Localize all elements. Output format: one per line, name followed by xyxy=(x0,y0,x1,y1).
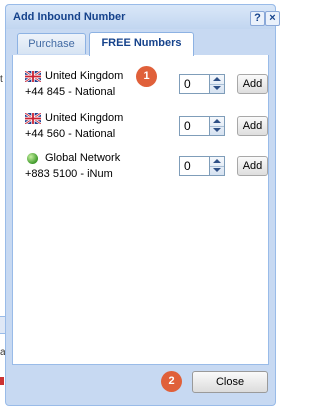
callout-badge-1: 1 xyxy=(136,66,157,87)
quantity-stepper xyxy=(209,74,225,94)
tab-purchase[interactable]: Purchase xyxy=(17,33,86,54)
tab-strip: Purchase FREE Numbers xyxy=(12,31,269,56)
country-label: Global Network xyxy=(45,152,121,164)
add-button[interactable]: Add xyxy=(237,156,268,176)
number-row-uk-560: United Kingdom +44 560 - National Add xyxy=(25,112,268,146)
quantity-stepper xyxy=(209,116,225,136)
number-row-global: Global Network +883 5100 - iNum Add xyxy=(25,152,268,186)
country-label: United Kingdom xyxy=(45,70,124,82)
quantity-input[interactable] xyxy=(179,156,209,176)
uk-flag-icon xyxy=(25,113,41,124)
spin-down-icon[interactable] xyxy=(210,126,224,135)
uk-flag-icon xyxy=(25,71,41,82)
add-inbound-number-dialog: Add Inbound Number ? × Purchase FREE Num… xyxy=(5,4,280,406)
quantity-input[interactable] xyxy=(179,74,209,94)
add-button[interactable]: Add xyxy=(237,74,268,94)
background-status-marker xyxy=(0,377,4,385)
free-numbers-panel: United Kingdom +44 845 - National Add xyxy=(12,55,269,365)
close-icon[interactable]: × xyxy=(265,11,280,26)
tab-free-numbers[interactable]: FREE Numbers xyxy=(89,32,194,56)
number-description: +44 560 - National xyxy=(25,128,116,140)
number-description: +44 845 - National xyxy=(25,86,116,98)
spin-down-icon[interactable] xyxy=(210,166,224,175)
dialog-header[interactable]: Add Inbound Number ? × xyxy=(6,5,280,29)
close-button[interactable]: Close xyxy=(192,371,268,393)
quantity-input[interactable] xyxy=(179,116,209,136)
quantity-stepper xyxy=(209,156,225,176)
help-icon[interactable]: ? xyxy=(250,11,265,26)
number-description: +883 5100 - iNum xyxy=(25,168,113,180)
globe-icon xyxy=(25,153,41,164)
spin-down-icon[interactable] xyxy=(210,84,224,93)
dialog-title: Add Inbound Number xyxy=(13,11,126,23)
country-label: United Kingdom xyxy=(45,112,124,124)
add-button[interactable]: Add xyxy=(237,116,268,136)
callout-badge-2: 2 xyxy=(161,371,182,392)
